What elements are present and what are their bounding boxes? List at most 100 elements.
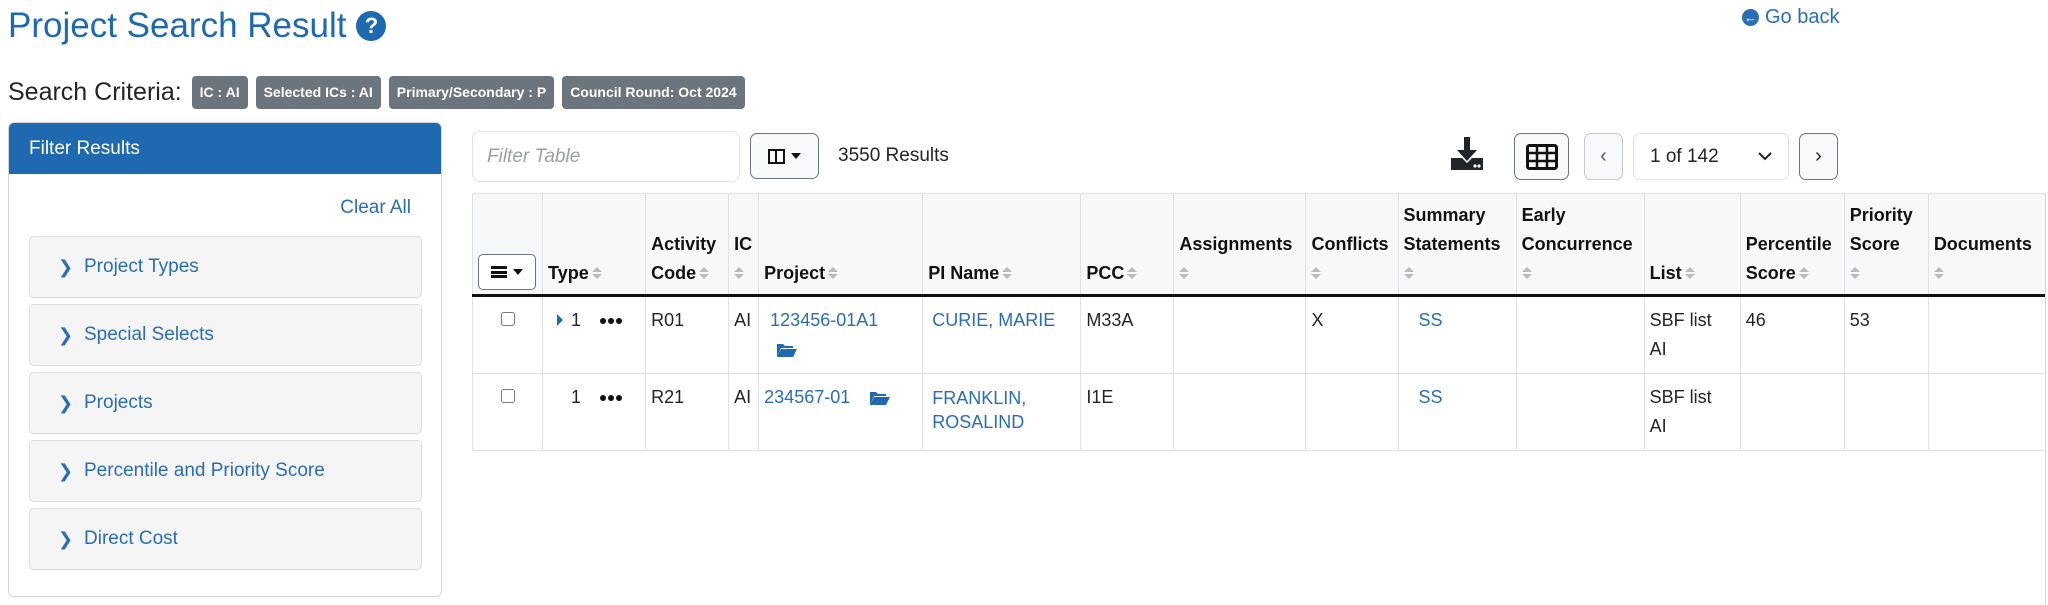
sort-icon[interactable]	[591, 267, 602, 281]
cell-project: 234567-01	[758, 373, 924, 451]
page-title: Project Search Result ?	[8, 2, 387, 50]
chevron-right-icon: ❯	[58, 324, 74, 345]
header-pi-name[interactable]: PI Name	[922, 193, 1082, 297]
cell-early-concurrence	[1515, 295, 1645, 374]
table-row: 1 R01 AI 123456-01A1 CURIE, MARIE M33A X…	[471, 295, 2047, 374]
cell-pcc: M33A	[1080, 295, 1175, 374]
header-list[interactable]: List	[1643, 193, 1741, 297]
filter-special-selects[interactable]: ❯ Special Selects	[29, 304, 422, 366]
header-pcc[interactable]: PCC	[1080, 193, 1175, 297]
page-title-text: Project Search Result	[8, 6, 347, 45]
cell-summary-statements: SS	[1397, 295, 1517, 374]
cell-conflicts	[1305, 373, 1399, 451]
pi-name-link[interactable]: CURIE, MARIE	[932, 310, 1055, 330]
criteria-badge: IC : AI	[191, 76, 248, 109]
sort-icon[interactable]	[1849, 267, 1860, 281]
sort-icon[interactable]	[699, 267, 710, 281]
folder-open-icon[interactable]	[869, 390, 891, 406]
sort-icon[interactable]	[1798, 267, 1809, 281]
filter-project-types[interactable]: ❯ Project Types	[29, 236, 422, 298]
header-documents[interactable]: Documents	[1927, 193, 2047, 297]
criteria-badge: Selected ICs : AI	[255, 76, 381, 109]
horizontal-scroll-edge	[2045, 193, 2046, 605]
help-icon[interactable]: ?	[356, 11, 387, 41]
filter-sidebar-header: Filter Results	[9, 123, 441, 174]
table-header-row: Type Activity Code IC Project PI Name PCC…	[471, 193, 2047, 297]
caret-down-icon	[791, 153, 801, 159]
sort-icon[interactable]	[1521, 267, 1532, 281]
sort-icon[interactable]	[1403, 267, 1414, 281]
row-actions-menu-button[interactable]	[478, 254, 536, 290]
next-page-button[interactable]: ›	[1799, 133, 1838, 180]
summary-statement-link[interactable]: SS	[1419, 310, 1443, 330]
cell-project: 123456-01A1	[758, 295, 924, 374]
header-project[interactable]: Project	[758, 193, 924, 297]
cell-list: SBF list AI	[1643, 373, 1741, 451]
cell-priority-score	[1843, 373, 1929, 451]
column-visibility-button[interactable]	[750, 133, 819, 179]
row-checkbox[interactable]	[501, 312, 515, 326]
sort-icon[interactable]	[734, 267, 745, 281]
header-activity-code[interactable]: Activity Code	[645, 193, 730, 297]
previous-page-button[interactable]: ‹	[1584, 133, 1623, 180]
cell-percentile-score: 46	[1739, 295, 1845, 374]
row-checkbox[interactable]	[501, 389, 515, 403]
cell-type: 1	[542, 373, 647, 451]
header-type[interactable]: Type	[542, 193, 647, 297]
header-priority-score[interactable]: Priority Score	[1843, 193, 1929, 297]
criteria-badge: Council Round: Oct 2024	[562, 76, 745, 109]
filter-accordion: ❯ Project Types ❯ Special Selects ❯ Proj…	[29, 236, 422, 576]
project-link[interactable]: 123456-01A1	[770, 310, 878, 330]
filter-label: Project Types	[84, 256, 199, 277]
filter-label: Percentile and Priority Score	[84, 460, 325, 481]
caret-down-icon	[513, 269, 523, 275]
result-count: 3550 Results	[838, 145, 949, 166]
sort-icon[interactable]	[828, 267, 839, 281]
sort-icon[interactable]	[1179, 267, 1190, 281]
filter-projects[interactable]: ❯ Projects	[29, 372, 422, 434]
table-view-button[interactable]	[1514, 133, 1569, 180]
header-select-menu	[471, 193, 544, 297]
header-percentile-score[interactable]: Percentile Score	[1739, 193, 1845, 297]
pi-name-link[interactable]: FRANKLIN, ROSALIND	[932, 386, 1026, 434]
chevron-right-icon: ❯	[58, 392, 74, 413]
header-early-concurrence[interactable]: Early Concurrence	[1515, 193, 1645, 297]
header-ic[interactable]: IC	[728, 193, 760, 297]
page-select[interactable]: 1 of 142	[1633, 133, 1789, 180]
arrow-circle-left-icon: ←	[1742, 9, 1759, 26]
expand-row-icon[interactable]	[557, 314, 564, 326]
project-link[interactable]: 234567-01	[764, 387, 850, 407]
chevron-right-icon: ❯	[58, 528, 74, 549]
sort-icon[interactable]	[1311, 267, 1322, 281]
filter-table-input[interactable]	[472, 131, 740, 182]
sort-icon[interactable]	[1684, 267, 1695, 281]
cell-ic: AI	[728, 295, 760, 374]
download-icon[interactable]	[1449, 136, 1485, 172]
search-criteria: Search Criteria: IC : AI Selected ICs : …	[8, 76, 745, 109]
more-actions-icon[interactable]	[600, 318, 623, 325]
search-criteria-label: Search Criteria:	[8, 78, 182, 106]
sort-icon[interactable]	[1002, 267, 1013, 281]
cell-assignments	[1173, 295, 1307, 374]
cell-percentile-score	[1739, 373, 1845, 451]
clear-all-link[interactable]: Clear All	[340, 197, 411, 219]
cell-priority-score: 53	[1843, 295, 1929, 374]
sort-icon[interactable]	[1127, 267, 1138, 281]
sort-icon[interactable]	[1933, 267, 1944, 281]
header-assignments[interactable]: Assignments	[1173, 193, 1307, 297]
cell-pi-name: CURIE, MARIE	[922, 295, 1082, 374]
cell-ic: AI	[728, 373, 760, 451]
more-actions-icon[interactable]	[600, 395, 623, 402]
filter-direct-cost[interactable]: ❯ Direct Cost	[29, 508, 422, 570]
cell-assignments	[1173, 373, 1307, 451]
summary-statement-link[interactable]: SS	[1419, 387, 1443, 407]
cell-documents	[1927, 295, 2047, 374]
filter-label: Direct Cost	[84, 528, 178, 549]
folder-open-icon[interactable]	[776, 342, 798, 358]
chevron-right-icon: ❯	[58, 460, 74, 481]
header-conflicts[interactable]: Conflicts	[1305, 193, 1399, 297]
header-summary-statements[interactable]: Summary Statements	[1397, 193, 1517, 297]
filter-percentile-priority-score[interactable]: ❯ Percentile and Priority Score	[29, 440, 422, 502]
table-grid-icon	[1525, 143, 1558, 170]
go-back-link[interactable]: ← Go back	[1742, 6, 1839, 29]
